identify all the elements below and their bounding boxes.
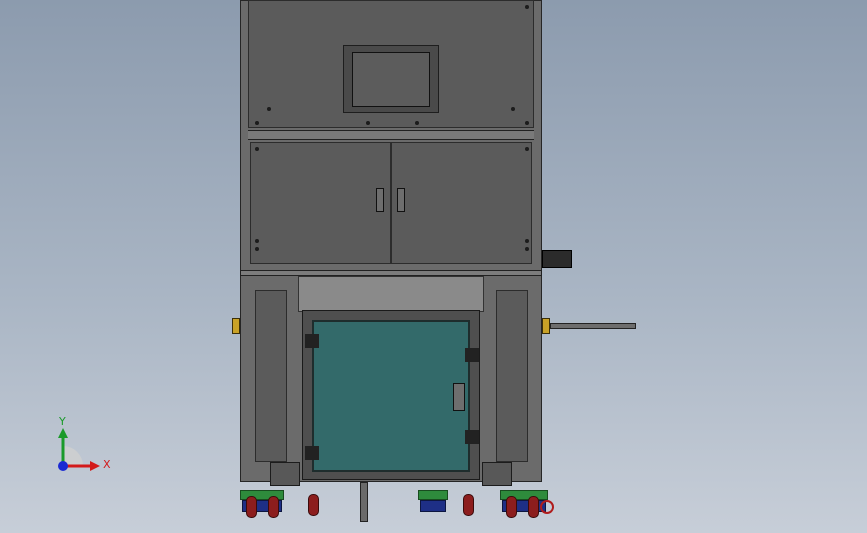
y-axis-label: Y [59, 415, 66, 428]
door-hinge-bottom-icon [305, 446, 319, 460]
caster-center-top [418, 490, 448, 500]
inner-mechanism [298, 276, 484, 312]
center-leg [360, 482, 368, 522]
door-handle-right-icon [397, 188, 405, 212]
caster-center-base [420, 500, 446, 512]
caster-swivel-icon [540, 500, 554, 514]
door-latch-top-icon [465, 348, 479, 362]
caster-wheel-icon [506, 496, 517, 518]
side-fitting-left-icon [232, 318, 240, 334]
foot-plate-right [482, 462, 512, 486]
cabinet-door-right [391, 142, 532, 264]
caster-wheel-icon [268, 496, 279, 518]
side-motor [542, 250, 572, 268]
hmi-screen [352, 52, 430, 107]
base-column-right [496, 290, 528, 462]
cabinet-door-left [250, 142, 391, 264]
foot-plate-left [270, 462, 300, 486]
door-latch-bottom-icon [465, 430, 479, 444]
glass-door-handle-icon [453, 383, 465, 411]
base-column-left [255, 290, 287, 462]
glass-door-window [312, 320, 470, 472]
cabinet-divider-rail [248, 130, 534, 140]
caster-wheel-icon [528, 496, 539, 518]
side-bracket-rod [550, 323, 636, 329]
x-axis-label: X [103, 458, 111, 471]
door-handle-left-icon [376, 188, 384, 212]
side-fitting-right-icon [542, 318, 550, 334]
caster-wheel-icon [246, 496, 257, 518]
caster-wheel-icon [308, 494, 319, 516]
door-hinge-top-icon [305, 334, 319, 348]
caster-wheel-icon [463, 494, 474, 516]
